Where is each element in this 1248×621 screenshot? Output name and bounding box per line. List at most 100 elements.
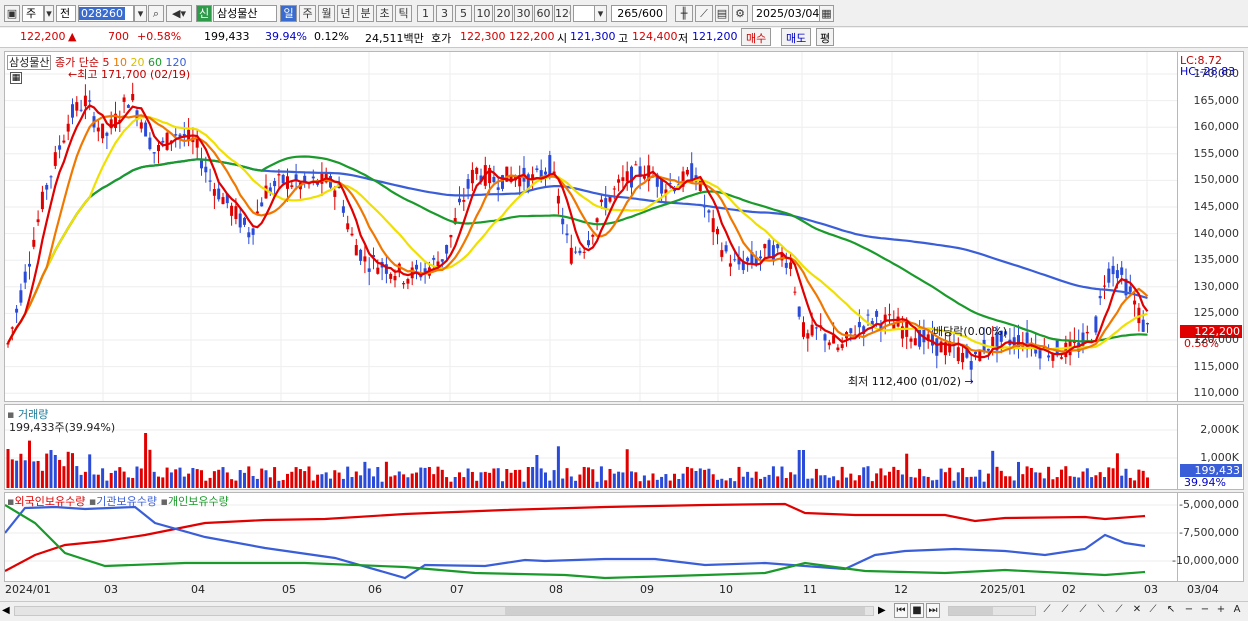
candle-body bbox=[466, 179, 470, 189]
volume-bar bbox=[1008, 476, 1012, 488]
interval-120[interactable]: 120 bbox=[554, 5, 571, 22]
draw-text-icon[interactable]: ⟋ bbox=[1146, 603, 1160, 618]
candle-body bbox=[200, 160, 203, 169]
volume-panel[interactable]: ▪ 거래량 199,433주(39.94%) bbox=[4, 404, 1178, 490]
draw-cross-icon[interactable]: ✕ bbox=[1130, 603, 1144, 618]
scroll-right-icon[interactable]: ▶ bbox=[878, 605, 886, 616]
holders-tick: -7,500,000 bbox=[1179, 526, 1239, 539]
zoom-in-icon[interactable]: + bbox=[1214, 603, 1228, 618]
scroll-left-icon[interactable]: ◀ bbox=[2, 605, 12, 616]
holders-panel[interactable]: ▪외국인보유수량 ▪기관보유수량 ▪개인보유수량 bbox=[4, 492, 1178, 582]
volume-bar bbox=[79, 474, 83, 488]
period-minute[interactable]: 분 bbox=[357, 5, 374, 22]
volume-bar bbox=[943, 472, 947, 488]
prev-select[interactable]: 전 bbox=[56, 5, 76, 22]
candle-body bbox=[733, 259, 737, 261]
volume-bar bbox=[698, 468, 702, 488]
zoom-thumb[interactable] bbox=[949, 607, 993, 615]
volume-bar bbox=[1094, 475, 1098, 488]
stop-icon[interactable]: ■ bbox=[910, 603, 924, 618]
scrollbar-track[interactable] bbox=[14, 606, 874, 616]
candle-icon[interactable]: ╫ bbox=[675, 5, 693, 22]
vol-tick: 1,000K bbox=[1200, 451, 1239, 464]
market-select[interactable]: 주 bbox=[22, 5, 44, 22]
interval-1[interactable]: 1 bbox=[417, 5, 434, 22]
save-icon[interactable]: ▤ bbox=[715, 5, 729, 22]
volume-bar bbox=[350, 477, 354, 488]
draw-arrow-icon[interactable]: ⟍ bbox=[1094, 603, 1108, 618]
draw-channel-icon[interactable]: ⟋ bbox=[1058, 603, 1072, 618]
volume-bar bbox=[268, 477, 272, 488]
chevron-down-icon[interactable]: ▾ bbox=[134, 5, 147, 22]
interval-30[interactable]: 30 bbox=[514, 5, 533, 22]
volume-bar bbox=[139, 468, 143, 488]
count-total: /600 bbox=[638, 7, 663, 20]
interval-60[interactable]: 60 bbox=[534, 5, 553, 22]
volume-bar bbox=[135, 466, 139, 488]
volume-bar bbox=[685, 466, 689, 488]
candle-body bbox=[1103, 285, 1106, 287]
interval-5[interactable]: 5 bbox=[455, 5, 472, 22]
volume-bar bbox=[169, 472, 173, 488]
interval-20[interactable]: 20 bbox=[494, 5, 513, 22]
gear-icon[interactable]: ⚙ bbox=[732, 5, 748, 22]
volume-bar bbox=[105, 480, 109, 488]
interval-10[interactable]: 10 bbox=[474, 5, 493, 22]
draw-ray-icon[interactable]: ⟋ bbox=[1112, 603, 1126, 618]
chevron-down-icon[interactable]: ▾ bbox=[594, 5, 607, 22]
draw-trend-icon[interactable]: ⟋ bbox=[1040, 603, 1054, 618]
interval-3[interactable]: 3 bbox=[436, 5, 453, 22]
volume-bar bbox=[776, 476, 780, 488]
candle-body bbox=[122, 97, 126, 102]
volume-bar bbox=[969, 476, 973, 488]
window-icon[interactable]: ▣ bbox=[4, 5, 20, 22]
volume-bar bbox=[1042, 478, 1046, 488]
minus-icon[interactable]: − bbox=[1198, 603, 1212, 618]
price-panel[interactable]: 삼성물산 종가 단순 5 10 20 60 120 ▦ ←최고 171,700 … bbox=[4, 51, 1178, 402]
period-week[interactable]: 주 bbox=[299, 5, 316, 22]
volume-bar bbox=[36, 460, 40, 488]
scrollbar-thumb[interactable] bbox=[505, 607, 865, 615]
period-month[interactable]: 월 bbox=[318, 5, 335, 22]
volume-bar bbox=[522, 481, 526, 488]
zoom-out-icon[interactable]: − bbox=[1182, 603, 1196, 618]
buy-button[interactable]: 매수 bbox=[741, 28, 772, 46]
volume-bar bbox=[148, 449, 152, 488]
candle-body bbox=[1128, 286, 1132, 292]
candle-body bbox=[888, 314, 891, 316]
stock-name-field[interactable]: 삼성물산 bbox=[213, 5, 277, 22]
price-tick: 140,000 bbox=[1193, 226, 1240, 240]
price-tick: 145,000 bbox=[1193, 200, 1240, 213]
search-icon[interactable]: ⌕ bbox=[148, 5, 164, 22]
cursor-icon[interactable]: ↖ bbox=[1164, 603, 1178, 618]
volume-bar bbox=[415, 472, 418, 488]
volume-bar bbox=[827, 477, 831, 488]
volume-bar bbox=[1034, 472, 1038, 488]
volume-bar bbox=[488, 472, 492, 488]
period-year[interactable]: 년 bbox=[337, 5, 354, 22]
zoom-track[interactable] bbox=[948, 606, 1036, 616]
draw-line-icon[interactable]: ⟋ bbox=[695, 5, 713, 22]
code-input[interactable]: 028260 bbox=[78, 5, 134, 22]
period-tick[interactable]: 틱 bbox=[395, 5, 412, 22]
font-size-icon[interactable]: A bbox=[1230, 603, 1244, 618]
period-second[interactable]: 초 bbox=[376, 5, 393, 22]
draw-fib-icon[interactable]: ⟋ bbox=[1076, 603, 1090, 618]
volume-bar bbox=[475, 480, 479, 488]
holders-tick: -5,000,000 bbox=[1179, 498, 1239, 511]
price-tick: 135,000 bbox=[1193, 253, 1240, 267]
candle-body bbox=[767, 240, 771, 258]
candle-body bbox=[40, 191, 44, 210]
volume-bar bbox=[243, 472, 246, 488]
price-tick: 110,000 bbox=[1193, 386, 1240, 400]
first-page-icon[interactable]: ⏮ bbox=[894, 603, 908, 618]
sell-button[interactable]: 매도 bbox=[781, 28, 812, 46]
period-day[interactable]: 일 bbox=[280, 5, 297, 22]
count-field[interactable]: 265/600 bbox=[611, 5, 667, 22]
chevron-down-icon[interactable]: ▾ bbox=[44, 5, 54, 22]
speaker-icon[interactable]: ◀▾ bbox=[166, 5, 192, 22]
last-page-icon[interactable]: ⏭ bbox=[926, 603, 940, 618]
grid-icon[interactable]: ▦ bbox=[10, 72, 22, 84]
calendar-icon[interactable]: ▦ bbox=[819, 5, 834, 22]
avg-button[interactable]: 평 bbox=[816, 28, 835, 46]
